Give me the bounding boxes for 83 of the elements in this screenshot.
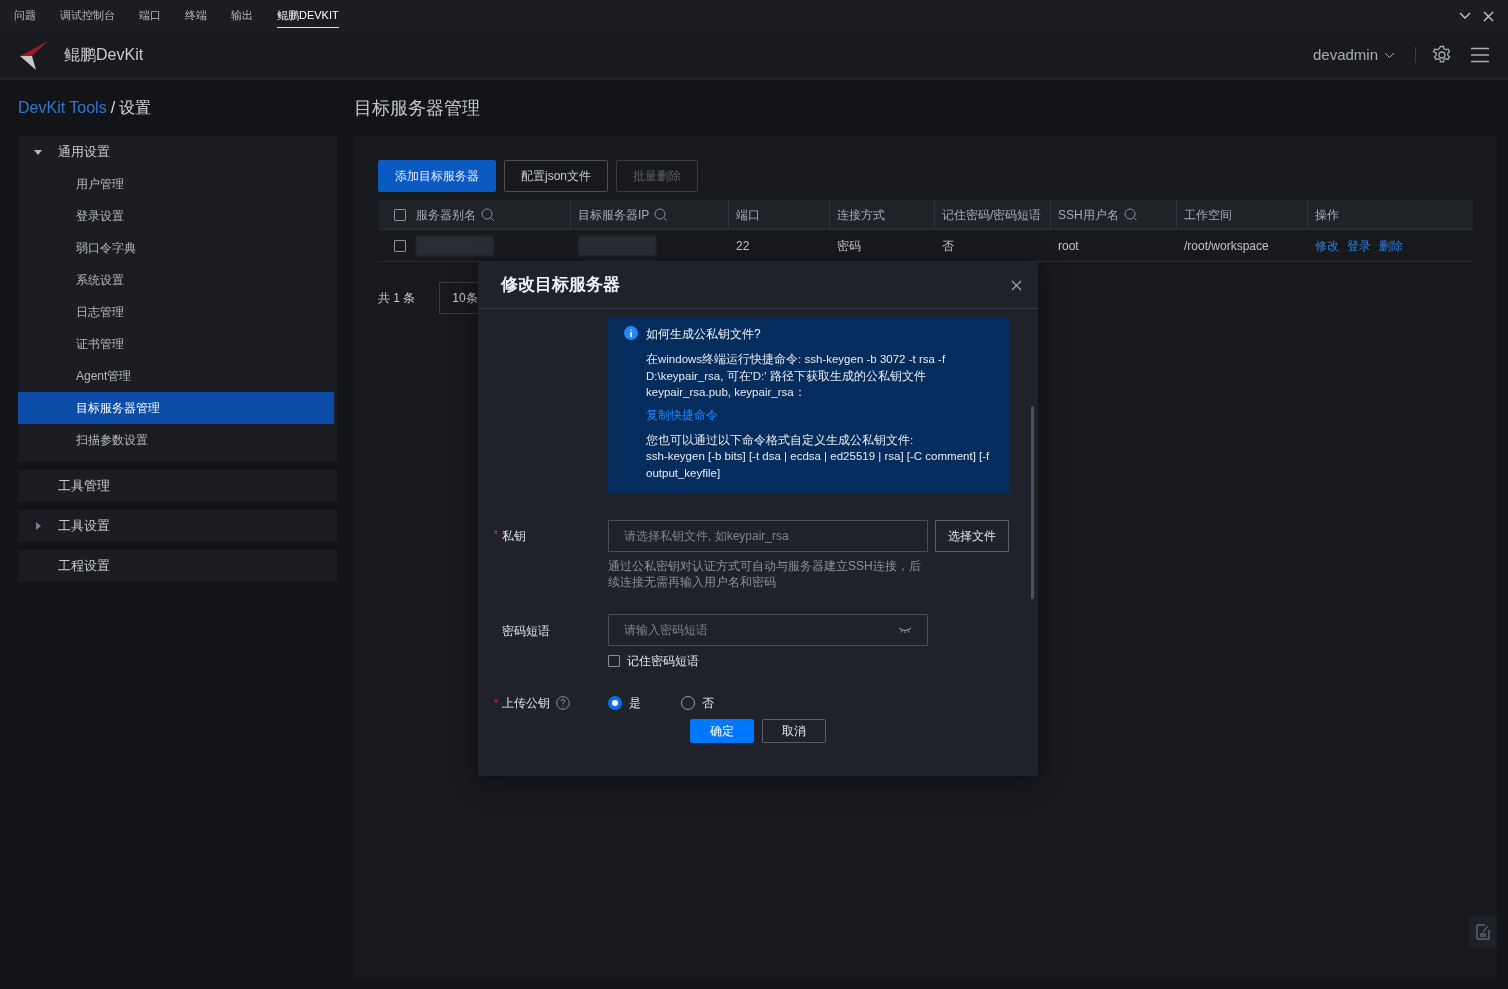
checkbox[interactable] [608,655,620,667]
table-cell-text: 密码 [837,237,861,255]
toolbar-button[interactable]: 添加目标服务器 [378,160,496,192]
sidebar-item[interactable]: 弱口令字典 [18,232,334,264]
close-icon [1011,280,1022,292]
search-icon[interactable] [481,208,494,221]
info-text: ssh-keygen [-b bits] [-t dsa | ecdsa | ed25519 | rsa] [-C comment] [-f output_keyfile] [646,449,991,481]
column-header: SSH用户名 [1058,206,1119,224]
panel-tab[interactable]: 输出 [231,4,253,28]
chevron-down-icon [1384,51,1395,59]
eye-closed-icon[interactable] [898,627,912,633]
search-icon[interactable] [654,208,668,221]
sidebar-group-label[interactable]: 通用设置 [58,142,110,162]
table-cell-text: 否 [942,237,954,255]
column-header: 记住密码/密码短语 [942,206,1042,224]
sidebar-item[interactable]: 证书管理 [18,328,334,360]
field-label: 私钥 [502,528,526,545]
page-title: 目标服务器管理 [354,96,481,120]
action-link[interactable]: 登录 [1347,236,1371,255]
note-icon [1476,924,1490,940]
file-field[interactable]: 请选择私钥文件, 如keypair_rsa [624,527,912,545]
sidebar-item[interactable]: 用户管理 [18,168,334,200]
sidebar-item[interactable]: Agent管理 [18,360,334,392]
password-field[interactable]: 请输入密码短语 [608,614,928,646]
sidebar-item[interactable]: 扫描参数设置 [18,424,334,456]
app-title: 鲲鹏DevKit [64,45,144,65]
column-header: 工作空间 [1184,206,1232,224]
copy-command-link[interactable]: 复制快捷命令 [646,405,718,424]
table-cell-text: /root/workspace [1184,237,1269,255]
checkbox[interactable] [394,239,406,252]
user-menu[interactable]: devadmin [1306,42,1401,68]
breadcrumb-separator: / [110,98,116,118]
dialog-title: 修改目标服务器 [501,274,620,297]
info-text: 您也可以通过以下命令格式自定义生成公私钥文件: [646,432,915,448]
sidebar-item[interactable]: 目标服务器管理 [18,392,334,424]
sidebar-group-label[interactable]: 工程设置 [58,556,110,576]
sidebar-item[interactable]: 日志管理 [18,296,334,328]
column-header: 目标服务器IP [578,206,650,224]
search-icon[interactable] [1123,208,1137,221]
action-link[interactable]: 删除 [1379,236,1403,255]
checkbox[interactable] [394,208,406,221]
sidebar-group-label[interactable]: 工具管理 [58,476,110,496]
close-icon[interactable] [1483,10,1494,22]
panel-tab[interactable]: 调试控制台 [60,4,115,28]
panel-tab[interactable]: 端口 [139,4,161,28]
dialog-button[interactable]: 确定 [690,719,754,743]
info-title: 如何生成公私钥文件? [646,326,762,343]
choose-file-button[interactable]: 选择文件 [935,520,1009,552]
sidebar-item[interactable]: 系统设置 [18,264,334,296]
menu-icon[interactable] [1470,47,1490,63]
toolbar-button[interactable]: 配置json文件 [504,160,608,192]
field-label: 密码短语 [502,623,550,640]
sidebar-group-label[interactable]: 工具设置 [58,516,110,536]
file-field[interactable]: 请选择私钥文件, 如keypair_rsa [608,520,928,552]
password-field[interactable]: 请输入密码短语 [624,621,898,639]
breadcrumb-current: 设置 [119,98,152,118]
table-cell-text: root [1058,237,1079,255]
total-count: 共 1 条 [378,290,416,307]
required-mark: * [494,696,499,711]
action-link[interactable]: 修改 [1315,236,1339,255]
table-cell-text: 22 [736,237,750,255]
panel-tab[interactable]: 鲲鹏DEVKIT [277,4,339,28]
help-icon[interactable] [556,696,570,710]
column-header: 操作 [1315,206,1339,224]
field-label: 上传公钥 [502,695,550,712]
info-text: 在windows终端运行快捷命令: ssh-keygen -b 3072 -t rsa -f D:\keypair_rsa, 可在'D:' 路径下获取生成的公私钥文件keypair_rsa.pub, keypair_rsa： [646,352,947,400]
radio-option[interactable]: 否 [681,694,714,712]
chevron-down-icon[interactable] [1459,12,1471,20]
settings-icon[interactable] [1432,45,1452,65]
panel-tab[interactable]: 终端 [185,4,207,28]
column-header: 连接方式 [837,206,885,224]
hint-text: 通过公私密钥对认证方式可自动与服务器建立SSH连接，后续连接无需再输入用户名和密码 [608,558,922,590]
required-mark: * [494,528,499,542]
breadcrumb-link[interactable]: DevKit Tools [18,96,107,120]
panel-tab[interactable]: 问题 [14,4,36,28]
column-header: 服务器别名 [416,206,476,224]
checkbox-label: 记住密码短语 [627,653,699,670]
scrollbar[interactable] [1031,406,1034,599]
info-icon [624,326,638,340]
dialog-button[interactable]: 取消 [762,719,826,743]
column-header: 端口 [736,206,760,224]
radio-option[interactable]: 是 [608,694,641,712]
sidebar-item[interactable]: 登录设置 [18,200,334,232]
